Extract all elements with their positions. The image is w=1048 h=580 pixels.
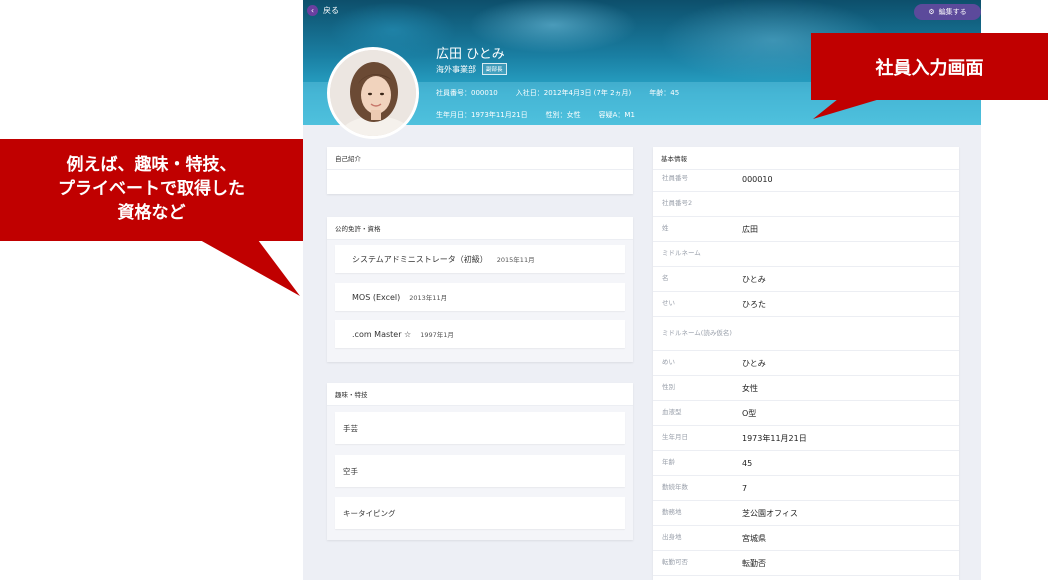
callout-line: 資格など [117, 202, 186, 223]
department-row: 海外事業部 副部長 [436, 63, 507, 75]
back-button[interactable]: ‹ 戻る [307, 5, 339, 16]
age-text: 年齢：45 [649, 89, 680, 97]
avatar-photo [330, 50, 416, 136]
info-value: 宮城県 [742, 533, 766, 543]
info-label: 社員番号2 [662, 199, 693, 208]
info-row: 出身地 宮城県 [653, 526, 959, 551]
info-label: めい [662, 358, 675, 367]
info-row: 生年月日 1973年11月21日 [653, 426, 959, 451]
info-value: 45 [742, 458, 753, 468]
edit-label: 編集する [938, 8, 967, 16]
hobbies-title: 趣味・特技 [327, 383, 633, 406]
license-date: 2013年11月 [409, 294, 448, 302]
callout-line: 例えば、趣味・特技、 [66, 155, 237, 176]
info-label: 生年月日 [662, 433, 688, 442]
meta-row-2: 生年月日：1973年11月21日 性別：女性 容疑A：M1 [436, 110, 635, 120]
license-date: 1997年1月 [420, 331, 454, 339]
info-value: ひとみ [742, 274, 766, 284]
hobby-item[interactable]: 手芸 [335, 412, 625, 444]
info-label: 勤続年数 [662, 483, 688, 492]
info-row: ミドルネーム [653, 242, 959, 267]
info-value: O型 [742, 408, 757, 418]
info-row: 名 ひとみ [653, 267, 959, 292]
info-value: 芝公園オフィス [742, 508, 798, 518]
hobbies-card: 趣味・特技 手芸 空手 キータイピング [327, 383, 633, 540]
license-name: システムアドミニストレータ（初級） [352, 254, 488, 264]
hobby-item[interactable]: 空手 [335, 455, 625, 487]
info-label: 転勤可否 [662, 558, 688, 567]
licenses-title: 公的免許・資格 [327, 217, 633, 240]
left-callout-pointer [200, 240, 300, 296]
back-label: 戻る [323, 6, 339, 15]
info-label: 姓 [662, 224, 669, 233]
info-label: ミドルネーム [662, 249, 701, 258]
info-label: 性別 [662, 383, 675, 392]
role-badge: 副部長 [482, 63, 507, 75]
info-value: 広田 [742, 224, 758, 234]
info-label: 血液型 [662, 408, 682, 417]
info-label: 社員番号 [662, 174, 688, 183]
gear-icon: ⚙ [928, 8, 935, 16]
edit-button[interactable]: ⚙ 編集する [914, 4, 981, 20]
license-name: .com Master ☆ [352, 329, 412, 339]
employee-name: 広田 ひとみ [436, 47, 505, 62]
meta-row-1: 社員番号：000010 入社日：2012年4月3日 (7年 2ヵ月) 年齢：45 [436, 88, 679, 98]
info-value: 転勤否 [742, 558, 766, 568]
info-row: 性別 女性 [653, 376, 959, 401]
license-item[interactable]: .com Master ☆ 1997年1月 [335, 320, 625, 348]
info-row: めい ひとみ [653, 351, 959, 376]
employee-number-text: 社員番号：000010 [436, 89, 498, 97]
info-row: 転勤可否 転勤否 [653, 551, 959, 576]
hobby-label: キータイピング [343, 508, 396, 518]
department-label: 海外事業部 [436, 64, 476, 74]
join-date-text: 入社日：2012年4月3日 (7年 2ヵ月) [515, 89, 632, 97]
basic-info-card: 基本情報 社員番号 000010 社員番号2 姓 広田 ミドルネーム 名 ひとみ… [653, 147, 959, 580]
licenses-card: 公的免許・資格 システムアドミニストレータ（初級） 2015年11月 MOS (… [327, 217, 633, 362]
gender-text: 性別：女性 [545, 111, 581, 119]
info-value: 女性 [742, 383, 758, 393]
self-introduction-title: 自己紹介 [327, 147, 633, 170]
birthdate-text: 生年月日：1973年11月21日 [436, 111, 528, 119]
hobby-label: 手芸 [343, 423, 358, 433]
info-row: ミドルネーム(読み仮名) [653, 317, 959, 351]
info-row: 姓 広田 [653, 217, 959, 242]
info-row: 社員番号2 [653, 192, 959, 217]
hobby-label: 空手 [343, 466, 358, 476]
info-value: 1973年11月21日 [742, 433, 807, 443]
attribute-text: 容疑A：M1 [598, 111, 635, 119]
license-item[interactable]: システムアドミニストレータ（初級） 2015年11月 [335, 245, 625, 273]
license-item[interactable]: MOS (Excel) 2013年11月 [335, 283, 625, 311]
info-row: 勤務地 芝公園オフィス [653, 501, 959, 526]
screen-title-callout: 社員入力画面 [811, 33, 1048, 100]
info-row: 勤続年数 7 [653, 476, 959, 501]
info-label: 勤務地 [662, 508, 682, 517]
avatar [327, 47, 419, 139]
arrow-left-icon: ‹ [307, 5, 318, 16]
info-row: 年齢 45 [653, 451, 959, 476]
info-value: 000010 [742, 174, 773, 184]
info-value: ひろた [742, 299, 766, 309]
callout-line: プライベートで取得した [58, 179, 245, 200]
license-name: MOS (Excel) [352, 292, 401, 302]
info-value: 7 [742, 483, 748, 493]
info-row: せい ひろた [653, 292, 959, 317]
info-label: 年齢 [662, 458, 675, 467]
self-introduction-card: 自己紹介 [327, 147, 633, 194]
info-label: 出身地 [662, 533, 682, 542]
license-date: 2015年11月 [496, 256, 535, 264]
info-value: ひとみ [742, 358, 766, 368]
info-label: せい [662, 299, 675, 308]
hobby-license-callout: 例えば、趣味・特技、 プライベートで取得した 資格など [0, 139, 303, 241]
info-row: 血液型 O型 [653, 401, 959, 426]
info-label: ミドルネーム(読み仮名) [662, 328, 732, 337]
info-row: 社員番号 000010 [653, 167, 959, 192]
hobby-item[interactable]: キータイピング [335, 497, 625, 529]
info-label: 名 [662, 274, 669, 283]
